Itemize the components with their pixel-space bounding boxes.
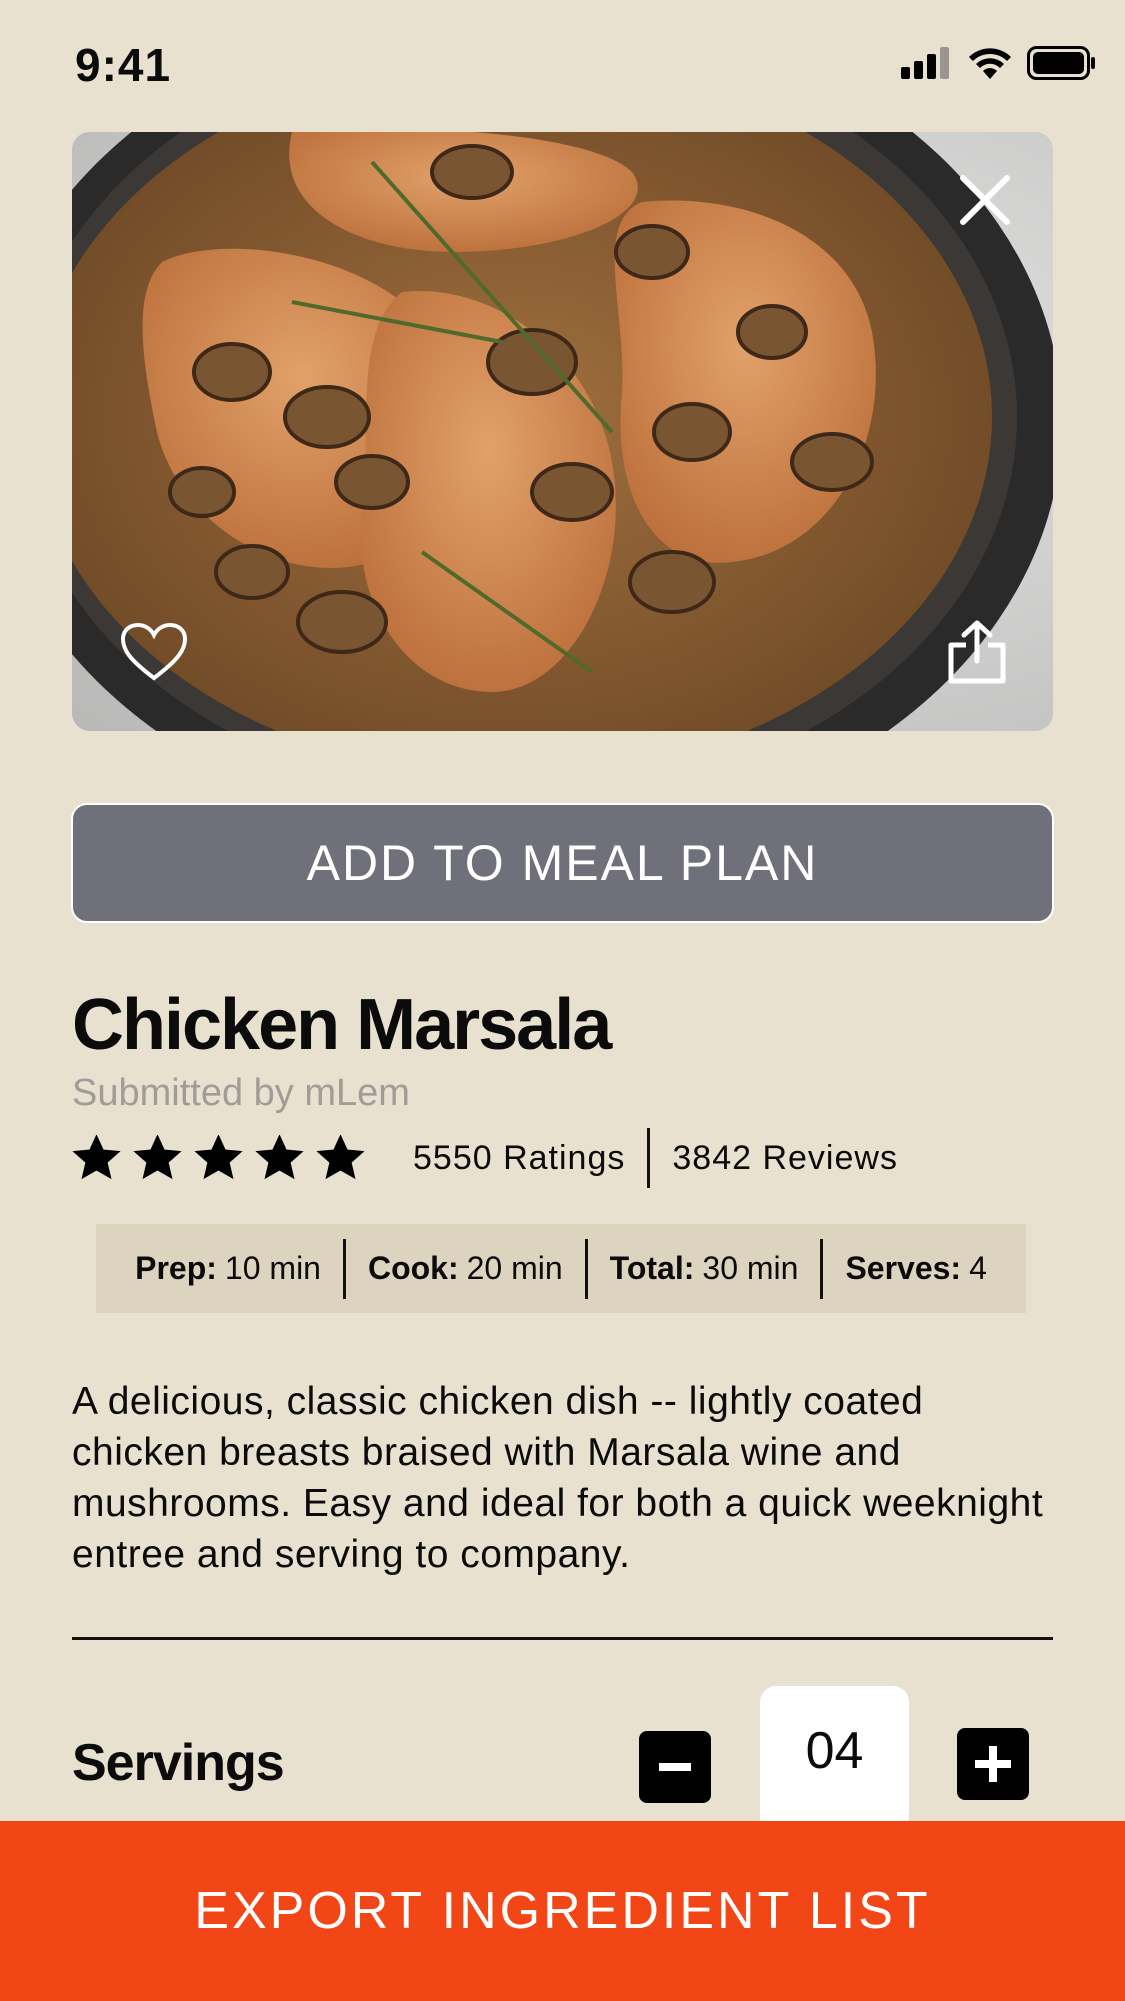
minus-icon [659,1763,691,1771]
cellular-signal-icon [901,47,949,79]
export-ingredient-list-button[interactable]: EXPORT INGREDIENT LIST [0,1821,1125,2001]
stat-label: Total: [609,1250,695,1286]
status-icons [901,46,1097,80]
star-rating [72,1134,365,1182]
star-icon [133,1134,182,1179]
close-icon [960,175,1010,225]
share-button[interactable] [937,612,1017,692]
recipe-description: A delicious, classic chicken dish -- lig… [72,1380,1044,1576]
star-icon [72,1134,121,1179]
add-to-meal-plan-button[interactable]: ADD TO MEAL PLAN [71,803,1054,923]
recipe-photo [72,132,1053,731]
stat-label: Prep: [135,1250,217,1286]
star-icon [255,1134,304,1179]
stat-value: 30 min [702,1250,799,1286]
section-divider [72,1637,1053,1640]
increase-servings-button[interactable] [957,1728,1029,1800]
decrease-servings-button[interactable] [639,1731,711,1803]
wifi-icon [969,48,1011,79]
stat-value: 10 min [224,1250,321,1286]
battery-icon [1027,46,1095,80]
heart-icon [120,622,188,681]
stat-serves: Serves: 4 [823,1250,1008,1287]
stat-prep: Prep: 10 min [113,1250,343,1287]
plus-icon [975,1746,1011,1782]
share-icon [948,620,1006,684]
rating-row: 5550 Ratings 3842 Reviews [72,1128,898,1188]
favorite-button[interactable] [114,612,194,692]
rating-divider [647,1128,651,1188]
star-icon [194,1134,243,1179]
stat-value: 20 min [466,1250,563,1286]
status-time: 9:41 [75,39,172,91]
submitted-by: Submitted by mLem [72,1072,410,1114]
servings-label: Servings [72,1734,285,1792]
recipe-hero-image [72,132,1053,731]
recipe-stats: Prep: 10 min Cook: 20 min Total: 30 min … [96,1224,1026,1313]
stat-label: Serves: [845,1250,962,1286]
stat-value: 4 [969,1250,987,1286]
status-bar: 9:41 [0,0,1125,130]
stat-label: Cook: [367,1250,459,1286]
stat-cook: Cook: 20 min [346,1250,585,1287]
close-button[interactable] [945,160,1025,240]
recipe-title: Chicken Marsala [72,985,612,1065]
stat-total: Total: 30 min [588,1250,821,1287]
reviews-count[interactable]: 3842 Reviews [672,1139,898,1178]
star-icon [316,1134,365,1179]
ratings-count[interactable]: 5550 Ratings [413,1139,625,1178]
servings-value[interactable]: 04 [760,1686,909,1826]
